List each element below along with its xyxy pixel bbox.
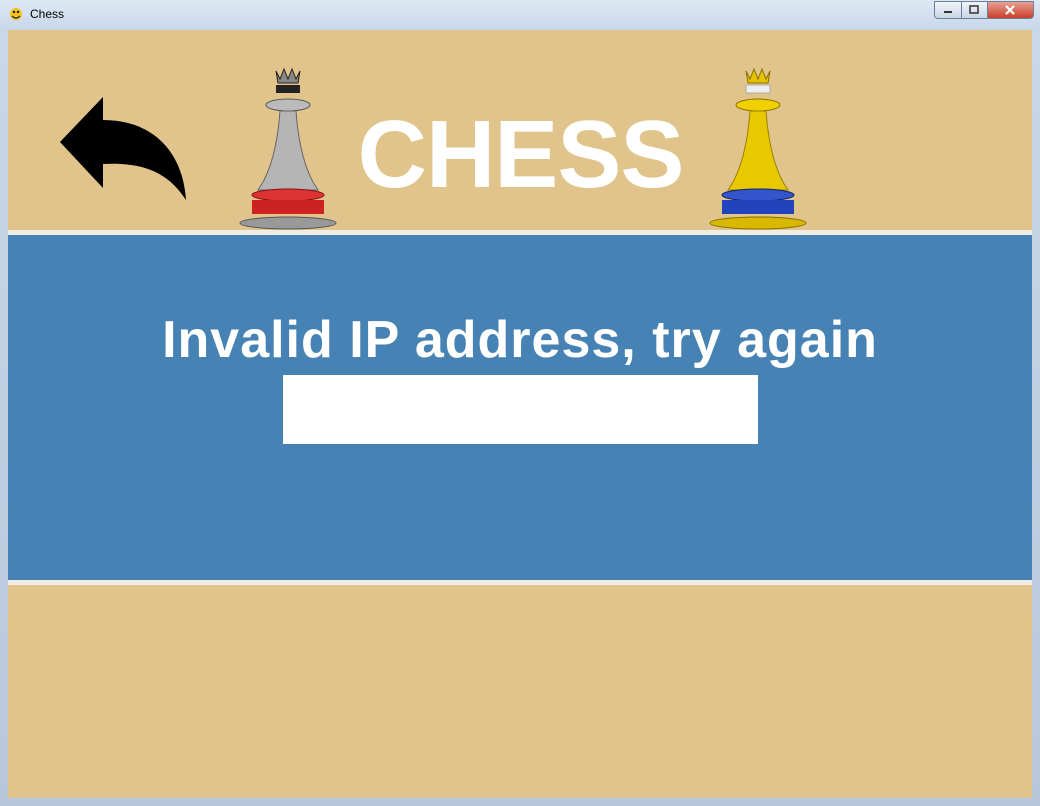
pygame-snake-icon [10,8,22,20]
minimize-button[interactable] [934,1,962,19]
app-window: Chess CHESS Invalid IP address, try agai… [0,0,1040,806]
header: CHESS [8,30,1032,230]
ip-address-input[interactable] [283,375,758,444]
silver-red-queen-icon [239,67,337,230]
close-button[interactable] [988,1,1034,19]
divider-bottom [8,580,1032,585]
window-title: Chess [30,7,65,21]
app-title: CHESS [357,101,685,208]
maximize-button[interactable] [962,1,988,19]
game-screen: CHESS Invalid IP address, try again [8,30,1032,798]
back-arrow-icon[interactable] [58,92,193,202]
error-message: Invalid IP address, try again [162,311,878,369]
connect-panel: Invalid IP address, try again [8,235,1032,580]
title-bar[interactable]: Chess [0,0,1040,30]
gold-blue-queen-icon [709,67,807,230]
